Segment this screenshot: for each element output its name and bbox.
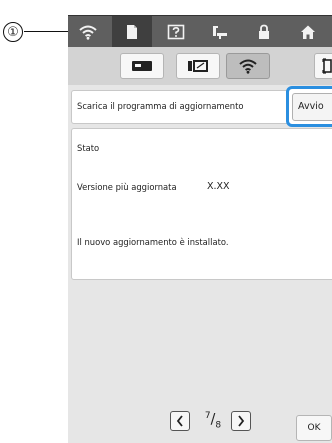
- sewing-machine-button[interactable]: [200, 16, 240, 47]
- status-heading: Stato: [77, 143, 100, 153]
- page-view-button[interactable]: [314, 53, 332, 79]
- lock-button[interactable]: [244, 16, 284, 47]
- sewing-machine-icon: [213, 25, 227, 39]
- start-button[interactable]: Avvio: [292, 93, 332, 121]
- embroidery-frame-icon: [188, 60, 208, 72]
- latest-version-value: X.XX: [207, 181, 230, 192]
- home-button[interactable]: [288, 16, 328, 47]
- wifi-icon: [239, 59, 257, 74]
- start-button-highlight: Avvio: [286, 86, 332, 127]
- settings-tab-row: [68, 47, 332, 85]
- callout-number: ①: [3, 22, 23, 42]
- chevron-left-icon: [176, 415, 183, 427]
- previous-page-button[interactable]: [170, 411, 190, 431]
- tab-wireless[interactable]: [226, 53, 270, 79]
- lock-icon: [259, 24, 269, 39]
- callout-leader-line: [24, 31, 70, 32]
- status-panel: Stato Versione più aggiornata X.XX Il nu…: [71, 128, 332, 280]
- document-icon: [127, 24, 137, 39]
- machine-settings-icon: [132, 61, 152, 71]
- document-button[interactable]: [112, 16, 152, 47]
- page-view-icon: [322, 58, 332, 74]
- top-toolbar: [68, 15, 332, 47]
- help-icon: [167, 24, 185, 39]
- download-update-label: Scarica il programma di aggiornamento: [77, 101, 244, 111]
- next-page-button[interactable]: [231, 411, 251, 431]
- chevron-right-icon: [238, 415, 245, 427]
- home-icon: [301, 25, 315, 39]
- tab-machine-settings[interactable]: [120, 53, 164, 79]
- total-pages: 8: [215, 420, 222, 431]
- status-message: Il nuovo aggiornamento è installato.: [77, 237, 229, 247]
- help-button[interactable]: [156, 16, 196, 47]
- latest-version-label: Versione più aggiornata: [77, 182, 177, 192]
- machine-screen: Scarica il programma di aggiornamento Av…: [68, 15, 332, 443]
- page-indicator: 7/8: [198, 411, 228, 431]
- ok-button[interactable]: OK: [296, 415, 332, 441]
- wifi-button[interactable]: [68, 16, 108, 47]
- wifi-icon: [79, 25, 97, 40]
- tab-embroidery[interactable]: [176, 53, 220, 79]
